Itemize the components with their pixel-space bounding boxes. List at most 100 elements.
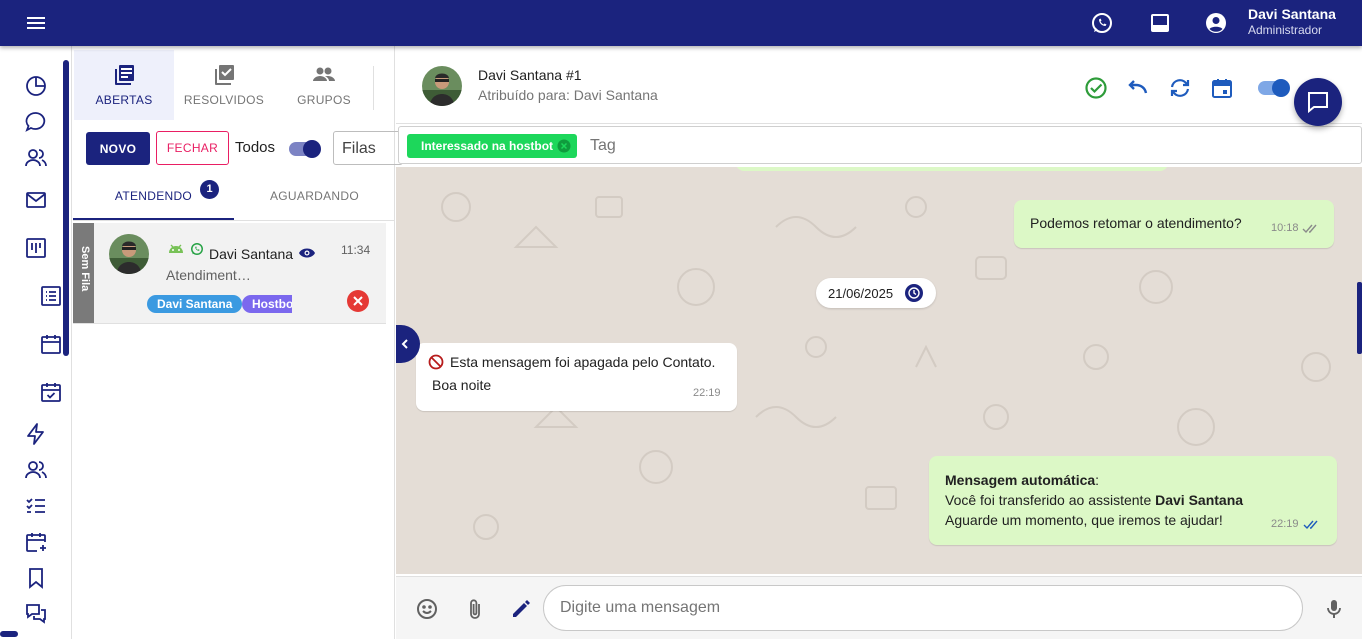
contacts-icon[interactable] bbox=[24, 146, 48, 170]
left-rail bbox=[0, 46, 72, 639]
history-icon[interactable] bbox=[905, 284, 923, 302]
users-icon[interactable] bbox=[24, 458, 48, 482]
message-text: Podemos retomar o atendimento? bbox=[1030, 215, 1242, 231]
emoji-icon[interactable] bbox=[415, 597, 439, 621]
message-bubble-in[interactable]: Esta mensagem foi apagada pelo Contato. … bbox=[416, 343, 737, 411]
ticket-tag: Hostbo bbox=[242, 295, 292, 313]
checklist-icon[interactable] bbox=[24, 494, 48, 518]
message-time: 22:19 bbox=[1271, 518, 1299, 530]
user-role: Administrador bbox=[1248, 23, 1323, 37]
auto-message: Mensagem automática: Você foi transferid… bbox=[945, 472, 1244, 528]
mail-icon[interactable] bbox=[24, 188, 48, 212]
calendar-check-icon[interactable] bbox=[39, 380, 63, 404]
avatar bbox=[109, 234, 149, 274]
tag-input[interactable] bbox=[590, 137, 790, 155]
remove-tag-icon[interactable] bbox=[557, 139, 571, 153]
subtab-atendendo-label: ATENDENDO bbox=[114, 189, 193, 203]
toggle-knob bbox=[303, 140, 321, 158]
messages-scrollbar[interactable] bbox=[1357, 282, 1362, 354]
kanban-icon[interactable] bbox=[24, 236, 48, 260]
chevron-left-icon bbox=[401, 339, 408, 349]
novo-button[interactable]: NOVO bbox=[86, 132, 150, 165]
fechar-button[interactable]: FECHAR bbox=[156, 131, 229, 165]
todos-label: Todos bbox=[235, 139, 276, 156]
queue-label: Sem Fila bbox=[73, 223, 94, 323]
message-time: 10:18 bbox=[1271, 222, 1299, 234]
todos-toggle[interactable] bbox=[289, 140, 321, 158]
subtab-aguardando-label: AGUARDANDO bbox=[269, 189, 359, 203]
resolve-check-icon[interactable] bbox=[1084, 76, 1108, 100]
dashboard-icon[interactable] bbox=[24, 74, 48, 98]
inbox-stack-icon bbox=[113, 64, 135, 86]
close-ticket-icon[interactable] bbox=[346, 289, 370, 313]
account-icon[interactable] bbox=[1204, 11, 1228, 35]
user-name: Davi Santana bbox=[1248, 6, 1336, 22]
messages-area[interactable]: Podemos retomar o atendimento? 10:18 21/… bbox=[396, 167, 1362, 574]
date-text: 21/06/2025 bbox=[828, 286, 894, 301]
tab-resolvidos-label: RESOLVIDOS bbox=[183, 93, 265, 107]
blocked-icon bbox=[428, 354, 444, 370]
android-icon bbox=[167, 241, 185, 255]
subtab-aguardando[interactable]: AGUARDANDO bbox=[234, 172, 395, 220]
message-composer bbox=[396, 576, 1362, 639]
avatar[interactable] bbox=[422, 66, 462, 106]
rail-bottom-indicator bbox=[0, 631, 18, 637]
inbox-icon[interactable] bbox=[1148, 11, 1172, 35]
ticket-last-message: Atendiment… bbox=[166, 267, 251, 283]
chat-tag: Interessado na hostbot bbox=[407, 134, 578, 158]
atendendo-count-badge: 1 bbox=[200, 180, 219, 199]
eye-icon[interactable] bbox=[299, 247, 315, 259]
forum-icon[interactable] bbox=[24, 602, 48, 626]
chat-fab-button[interactable] bbox=[1294, 78, 1342, 126]
transfer-icon[interactable] bbox=[1168, 76, 1192, 100]
bolt-icon[interactable] bbox=[24, 422, 48, 446]
ticket-toolbar: NOVO FECHAR Todos Filas bbox=[73, 124, 403, 174]
tab-resolvidos[interactable]: RESOLVIDOS bbox=[174, 50, 274, 120]
list-icon[interactable] bbox=[39, 284, 63, 308]
group-icon bbox=[313, 64, 335, 86]
ticket-tabs: ABERTAS RESOLVIDOS GRUPOS bbox=[73, 50, 395, 120]
bookmark-icon[interactable] bbox=[24, 566, 48, 590]
calendar-add-icon[interactable] bbox=[24, 530, 48, 554]
message-bubble-out[interactable]: Podemos retomar o atendimento? 10:18 bbox=[1014, 200, 1334, 248]
tickets-panel: ABERTAS RESOLVIDOS GRUPOS NOVO FECHAR To… bbox=[73, 46, 403, 639]
attach-icon[interactable] bbox=[463, 597, 487, 621]
status-subtabs: ATENDENDO 1 AGUARDANDO bbox=[73, 172, 395, 221]
tab-grupos-label: GRUPOS bbox=[297, 93, 351, 107]
filas-select[interactable]: Filas bbox=[333, 131, 403, 165]
message-bubble-partial bbox=[736, 167, 1168, 171]
microphone-icon[interactable] bbox=[1322, 597, 1346, 621]
menu-icon[interactable] bbox=[24, 12, 48, 34]
message-text: Boa noite bbox=[432, 377, 492, 393]
ticket-contact-name: Davi Santana bbox=[209, 246, 294, 262]
collapse-panel-button[interactable] bbox=[396, 325, 420, 363]
check-box-icon bbox=[213, 64, 235, 86]
ticket-time: 11:34 bbox=[341, 243, 371, 257]
double-check-icon bbox=[1303, 520, 1321, 530]
whatsapp-icon[interactable] bbox=[1090, 11, 1114, 35]
tag-bar: Interessado na hostbot bbox=[398, 126, 1362, 164]
calendar-icon[interactable] bbox=[39, 332, 63, 356]
ticket-item[interactable]: Sem Fila Davi Santana 11:34 Atendiment… … bbox=[73, 223, 386, 324]
toggle-knob bbox=[1272, 79, 1290, 97]
message-assistant-name: Davi Santana bbox=[1155, 492, 1244, 508]
undo-icon[interactable] bbox=[1126, 76, 1150, 100]
tab-abertas-label: ABERTAS bbox=[95, 93, 153, 107]
chat-title[interactable]: Davi Santana #1 bbox=[478, 67, 582, 83]
ticket-tag: Davi Santana bbox=[147, 295, 243, 313]
chat-icon[interactable] bbox=[24, 110, 48, 134]
tab-grupos[interactable]: GRUPOS bbox=[274, 50, 374, 120]
schedule-icon[interactable] bbox=[1210, 76, 1234, 100]
date-divider: 21/06/2025 bbox=[816, 278, 936, 308]
message-bubble-out[interactable]: Mensagem automática: Você foi transferid… bbox=[929, 456, 1337, 545]
rail-scrollbar[interactable] bbox=[63, 60, 69, 356]
tab-abertas[interactable]: ABERTAS bbox=[74, 50, 174, 120]
message-input[interactable] bbox=[543, 585, 1303, 631]
signature-pen-icon[interactable] bbox=[509, 597, 533, 621]
user-block[interactable]: Davi Santana Administrador bbox=[1248, 6, 1336, 37]
message-bold-prefix: Mensagem automática bbox=[945, 472, 1096, 488]
chat-header: Davi Santana #1 Atribuído para: Davi San… bbox=[396, 46, 1362, 126]
deleted-message-text: Esta mensagem foi apagada pelo Contato. bbox=[450, 354, 716, 370]
chat-toggle[interactable] bbox=[1258, 79, 1290, 97]
whatsapp-icon bbox=[190, 242, 204, 256]
